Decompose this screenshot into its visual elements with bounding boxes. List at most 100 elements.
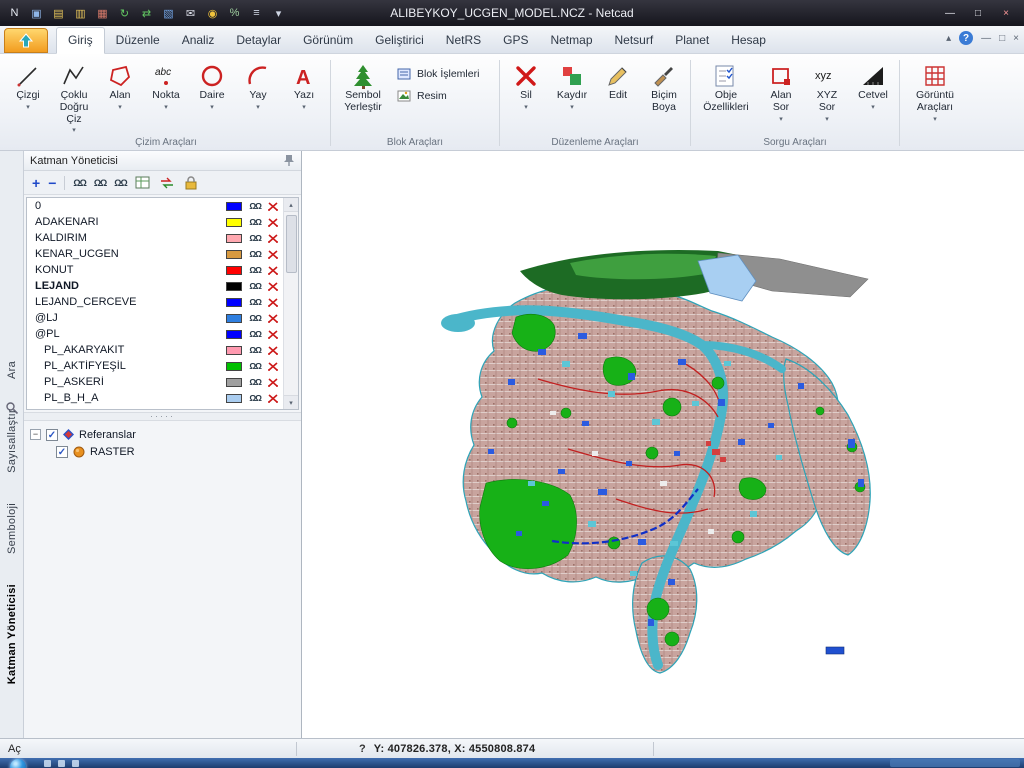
minimize-button[interactable]: — bbox=[936, 4, 964, 22]
menu-icon[interactable]: ≡ bbox=[248, 5, 265, 22]
alan-sor-button[interactable]: Alan Sor ▾ bbox=[758, 58, 804, 135]
ribbon-tab[interactable]: Hesap bbox=[720, 28, 777, 53]
layer-visibility-icon[interactable]: ΩΩ bbox=[249, 313, 262, 323]
show-all-layers-icon[interactable]: ΩΩ bbox=[73, 178, 86, 188]
layer-color-swatch[interactable] bbox=[226, 281, 243, 291]
layer-color-swatch[interactable] bbox=[226, 201, 243, 211]
layer-row[interactable]: PL_ASKERİ ΩΩ bbox=[27, 374, 298, 390]
ribbon-tab[interactable]: Görünüm bbox=[292, 28, 364, 53]
layer-color-swatch[interactable] bbox=[226, 249, 243, 259]
layer-row[interactable]: PL_AKARYAKIT ΩΩ bbox=[27, 342, 298, 358]
layer-color-swatch[interactable] bbox=[226, 313, 243, 323]
layer-color-swatch[interactable] bbox=[226, 393, 243, 403]
doc-close-icon[interactable]: × bbox=[1013, 33, 1019, 44]
side-tab-ara[interactable]: Ara bbox=[6, 361, 18, 379]
hide-all-layers-icon[interactable]: ΩΩ bbox=[94, 178, 107, 188]
add-layer-button[interactable]: + bbox=[32, 176, 40, 190]
referanslar-checkbox[interactable]: ✓ bbox=[46, 428, 58, 441]
ribbon-tab[interactable]: GPS bbox=[492, 28, 539, 53]
layer-row[interactable]: KALDIRIM ΩΩ bbox=[27, 230, 298, 246]
layer-visibility-icon[interactable]: ΩΩ bbox=[249, 217, 262, 227]
scrollbar-thumb[interactable] bbox=[285, 215, 297, 273]
application-menu-button[interactable] bbox=[4, 28, 48, 53]
lock-icon[interactable] bbox=[183, 175, 199, 190]
daire-button[interactable]: Daire ▾ bbox=[189, 58, 235, 135]
layer-plot-off-icon[interactable] bbox=[267, 313, 279, 324]
layer-plot-off-icon[interactable] bbox=[267, 393, 279, 404]
ribbon-tab[interactable]: Giriş bbox=[56, 27, 105, 54]
layer-visibility-icon[interactable]: ΩΩ bbox=[249, 377, 262, 387]
mail-icon[interactable]: ✉ bbox=[182, 5, 199, 22]
ribbon-tab[interactable]: Analiz bbox=[171, 28, 226, 53]
layer-visibility-icon[interactable]: ΩΩ bbox=[249, 281, 262, 291]
side-tab-sayisallastir[interactable]: Sayısallaştır bbox=[6, 409, 18, 473]
taskbar-app-icon[interactable] bbox=[58, 760, 65, 767]
layer-plot-off-icon[interactable] bbox=[267, 265, 279, 276]
layer-visibility-icon[interactable]: ΩΩ bbox=[249, 345, 262, 355]
cizgi-button[interactable]: Çizgi ▾ bbox=[5, 58, 51, 135]
layer-transfer-icon[interactable] bbox=[159, 176, 175, 190]
sil-button[interactable]: Sil ▾ bbox=[503, 58, 549, 135]
alan-button[interactable]: Alan ▾ bbox=[97, 58, 143, 135]
obje-ozellikleri-button[interactable]: Obje Özellikleri bbox=[694, 58, 758, 135]
layer-color-swatch[interactable] bbox=[226, 329, 243, 339]
ribbon-tab[interactable]: Düzenle bbox=[105, 28, 171, 53]
database-icon[interactable]: ▧ bbox=[160, 5, 177, 22]
percent-icon[interactable]: % bbox=[226, 5, 243, 22]
edit-button[interactable]: Edit bbox=[595, 58, 641, 135]
layer-visibility-icon[interactable]: ΩΩ bbox=[249, 233, 262, 243]
layer-plot-off-icon[interactable] bbox=[267, 249, 279, 260]
system-tray[interactable] bbox=[890, 759, 1020, 767]
transfer-icon[interactable]: ⇄ bbox=[138, 5, 155, 22]
doc-maximize-icon[interactable]: □ bbox=[999, 33, 1005, 44]
ribbon-tab[interactable]: Planet bbox=[664, 28, 720, 53]
nokta-button[interactable]: abc Nokta ▾ bbox=[143, 58, 189, 135]
netcad-app-icon[interactable]: N bbox=[6, 5, 23, 22]
doc-minimize-icon[interactable]: — bbox=[981, 33, 991, 44]
ribbon-tab[interactable]: Netsurf bbox=[604, 28, 665, 53]
tree-row-raster[interactable]: ✓ RASTER bbox=[30, 443, 295, 460]
xyz-sor-button[interactable]: xyz XYZ Sor ▾ bbox=[804, 58, 850, 135]
blok-islemleri-button[interactable]: Blok İşlemleri bbox=[392, 65, 496, 83]
layer-plot-off-icon[interactable] bbox=[267, 281, 279, 292]
layer-row[interactable]: LEJAND ΩΩ bbox=[27, 278, 298, 294]
layer-plot-off-icon[interactable] bbox=[267, 233, 279, 244]
layer-visibility-icon[interactable]: ΩΩ bbox=[249, 249, 262, 259]
layer-color-swatch[interactable] bbox=[226, 265, 243, 275]
resim-button[interactable]: Resim bbox=[392, 87, 496, 105]
layer-color-swatch[interactable] bbox=[226, 217, 243, 227]
info-icon[interactable]: ◉ bbox=[204, 5, 221, 22]
layer-visibility-icon[interactable]: ΩΩ bbox=[249, 393, 262, 403]
side-tab-semboloji[interactable]: Semboloji bbox=[6, 503, 18, 554]
goruntu-araclari-button[interactable]: Görüntü Araçları ▾ bbox=[903, 58, 967, 135]
layer-visibility-icon[interactable]: ΩΩ bbox=[249, 265, 262, 275]
collapse-ribbon-icon[interactable]: ▴ bbox=[946, 33, 951, 44]
layer-row[interactable]: PL_AKTİFYEŞİL ΩΩ bbox=[27, 358, 298, 374]
layer-visibility-icon[interactable]: ΩΩ bbox=[249, 201, 262, 211]
bicim-boya-button[interactable]: Biçim Boya bbox=[641, 58, 687, 135]
layer-row[interactable]: KONUT ΩΩ bbox=[27, 262, 298, 278]
yazi-button[interactable]: A Yazı ▾ bbox=[281, 58, 327, 135]
ribbon-tab[interactable]: Geliştirici bbox=[364, 28, 435, 53]
layer-visibility-icon[interactable]: ΩΩ bbox=[249, 297, 262, 307]
layer-plot-off-icon[interactable] bbox=[267, 297, 279, 308]
start-button[interactable] bbox=[10, 759, 26, 768]
side-tab-katman-yoneticisi[interactable]: Katman Yöneticisi bbox=[6, 584, 18, 684]
layer-plot-off-icon[interactable] bbox=[267, 361, 279, 372]
cetvel-button[interactable]: Cetvel ▾ bbox=[850, 58, 896, 135]
layer-list[interactable]: ▴ ▾ 0 ΩΩ ADAKENARI ΩΩ KALDIRIM ΩΩ KENAR_… bbox=[26, 197, 299, 410]
layer-row[interactable]: ADAKENARI ΩΩ bbox=[27, 214, 298, 230]
ribbon-tab[interactable]: Netmap bbox=[539, 28, 603, 53]
layer-visibility-icon[interactable]: ΩΩ bbox=[249, 329, 262, 339]
tree-row-referanslar[interactable]: − ✓ Referanslar bbox=[30, 426, 295, 443]
layer-color-swatch[interactable] bbox=[226, 297, 243, 307]
remove-layer-button[interactable]: − bbox=[48, 176, 56, 190]
layer-plot-off-icon[interactable] bbox=[267, 377, 279, 388]
map-viewport[interactable] bbox=[302, 151, 1024, 738]
layer-row[interactable]: KENAR_UCGEN ΩΩ bbox=[27, 246, 298, 262]
print-icon[interactable]: ▦ bbox=[94, 5, 111, 22]
layer-color-swatch[interactable] bbox=[226, 345, 243, 355]
save-icon[interactable]: ▥ bbox=[72, 5, 89, 22]
toggle-layers-icon[interactable]: ΩΩ bbox=[114, 178, 127, 188]
monitor-icon[interactable]: ▣ bbox=[28, 5, 45, 22]
